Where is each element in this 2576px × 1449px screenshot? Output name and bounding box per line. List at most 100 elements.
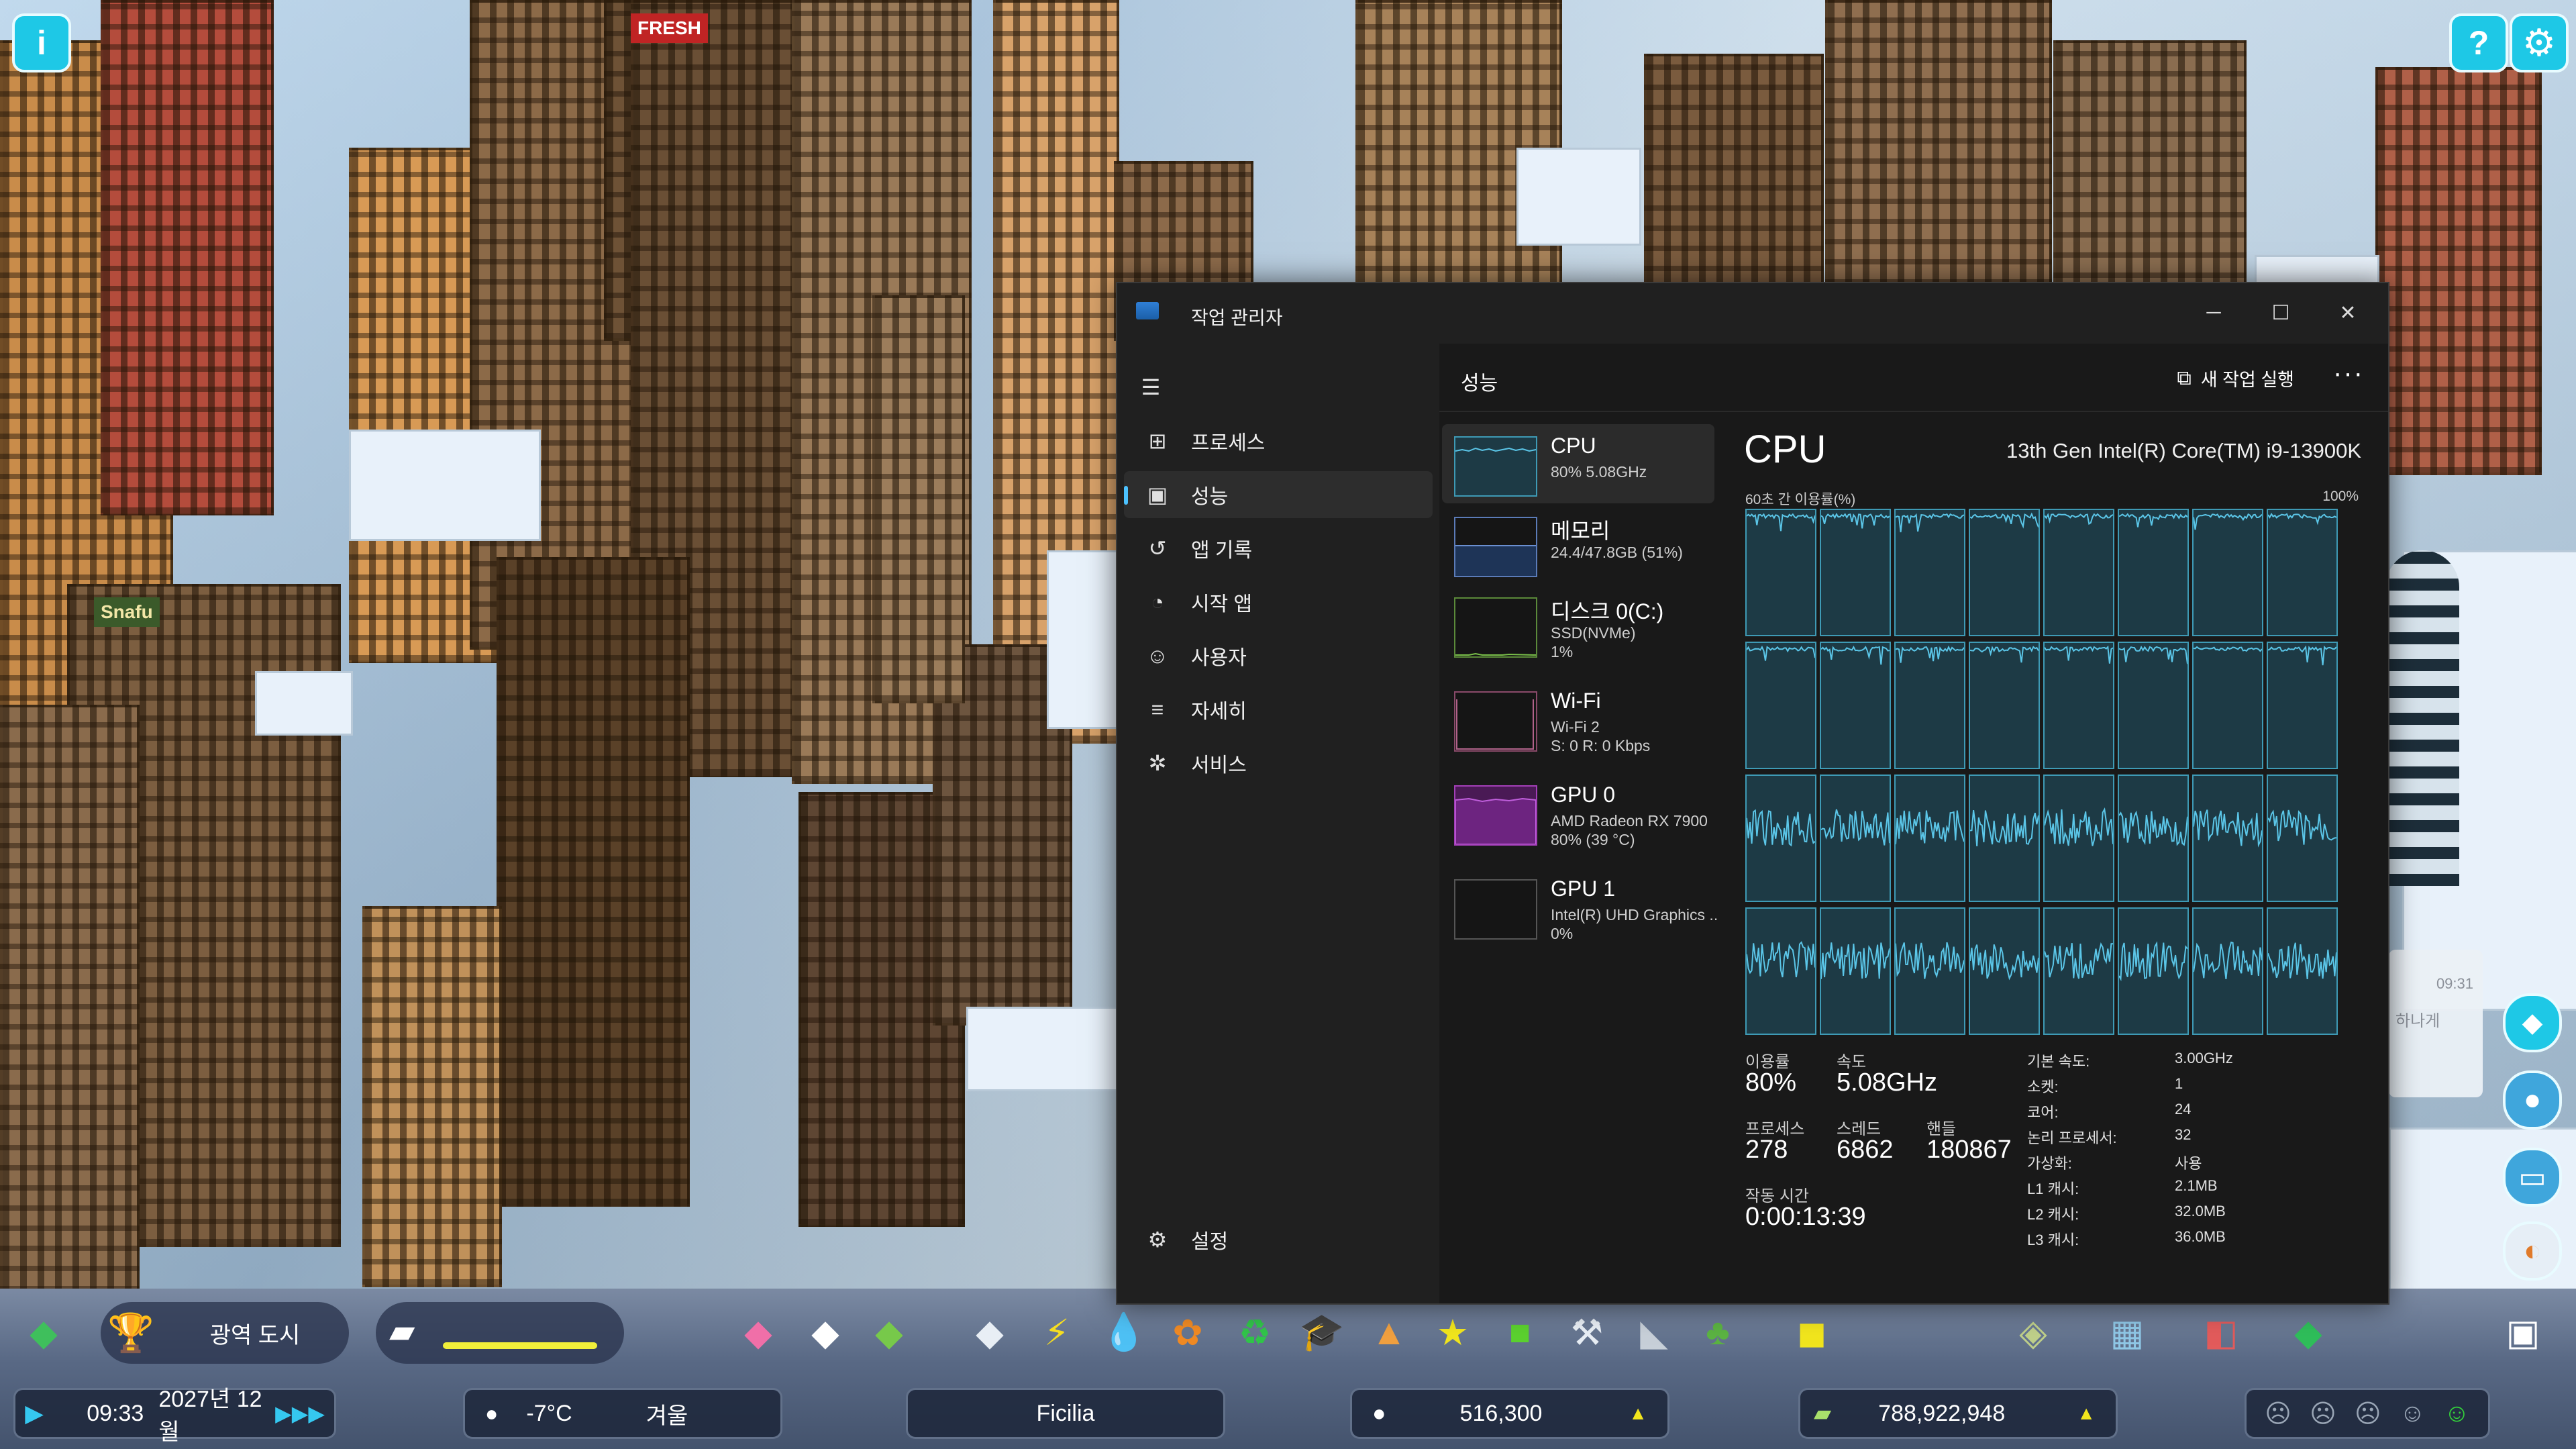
industry-icon[interactable]: ⚒	[1563, 1309, 1610, 1356]
terrain-tool-icon[interactable]: ◆	[20, 1309, 67, 1356]
device-sub: Intel(R) UHD Graphics ..	[1551, 906, 1718, 923]
device-cpu[interactable]: CPU 80% 5.08GHz	[1442, 424, 1714, 503]
xp-progress-panel[interactable]: ▰	[376, 1302, 624, 1364]
device-sub: AMD Radeon RX 7900	[1551, 812, 1708, 830]
game-time: 09:33	[87, 1400, 144, 1426]
districts-icon[interactable]: ◈	[2010, 1309, 2057, 1356]
bulldozer-icon[interactable]: ◼	[1788, 1309, 1835, 1356]
park-tool-icon[interactable]: ◆	[866, 1309, 913, 1356]
more-options-button[interactable]: ···	[2333, 358, 2364, 389]
building	[362, 906, 502, 1287]
settings-gear-icon[interactable]: ⚙	[2510, 13, 2569, 72]
core-graph-line	[2194, 809, 2262, 848]
core-graph-line	[2194, 513, 2262, 530]
play-icon[interactable]: ▶	[15, 1399, 53, 1428]
fresh-billboard: FRESH	[631, 13, 708, 43]
nav-settings[interactable]: ⚙ 설정	[1124, 1216, 1433, 1263]
core-graph-line	[2119, 513, 2187, 528]
nav-performance[interactable]: ▣ 성능	[1124, 471, 1433, 518]
education-icon[interactable]: 🎓	[1298, 1309, 1345, 1356]
spec-key: 소켓:	[2027, 1079, 2059, 1095]
notes-icon[interactable]: ▭	[2503, 1148, 2562, 1207]
electricity-icon[interactable]: ⚡	[1033, 1309, 1080, 1356]
snow-roof	[966, 1007, 1118, 1091]
core-graph	[1745, 509, 1816, 636]
building	[2375, 67, 2542, 475]
nav-users[interactable]: ☺ 사용자	[1124, 632, 1433, 679]
close-button[interactable]: ✕	[2321, 294, 2375, 332]
spec-key: 코어:	[2027, 1104, 2059, 1121]
landscaping-icon[interactable]: ♣	[1694, 1309, 1741, 1356]
water-icon[interactable]: 💧	[1100, 1309, 1147, 1356]
nav-details[interactable]: ≡ 자세히	[1124, 686, 1433, 733]
core-graph-line	[2194, 646, 2262, 652]
very-happy-icon: ☺	[2443, 1399, 2470, 1428]
demolish-icon[interactable]: ◆	[2285, 1309, 2332, 1356]
radio-icon[interactable]: ◐	[2503, 1221, 2562, 1281]
nav-startup-apps[interactable]: ◔ 시작 앱	[1124, 579, 1433, 626]
info-icon[interactable]: i	[12, 13, 71, 72]
nav-app-history[interactable]: ↺ 앱 기록	[1124, 525, 1433, 572]
core-graph-line	[1747, 941, 1815, 978]
very-unhappy-icon: ☹	[2265, 1399, 2291, 1428]
core-graph	[1894, 775, 1965, 902]
title-bar[interactable]: 작업 관리자 ─ ☐ ✕	[1117, 283, 2388, 344]
money-panel[interactable]: ▰ 788,922,948 ▲	[1798, 1388, 2118, 1439]
area-tool-icon[interactable]: ◆	[802, 1309, 849, 1356]
nav-label: 시작 앱	[1191, 593, 1253, 615]
speed-value: 5.08GHz	[1837, 1068, 1937, 1097]
fire-icon[interactable]: ▲	[1366, 1309, 1412, 1356]
milestone-panel[interactable]: 🏆 광역 도시	[101, 1302, 349, 1364]
garbage-icon[interactable]: ✿	[1164, 1309, 1211, 1356]
money: 788,922,948	[1878, 1400, 2006, 1426]
city-name-panel[interactable]: Ficilia	[906, 1388, 1225, 1439]
core-graph	[2043, 509, 2114, 636]
building	[1355, 0, 1562, 294]
spec-value: 2.1MB	[2175, 1177, 2218, 1194]
core-graph-line	[2268, 513, 2336, 526]
core-graph	[2043, 642, 2114, 769]
nav-services[interactable]: ✲ 서비스	[1124, 740, 1433, 787]
maximize-button[interactable]: ☐	[2254, 294, 2308, 332]
help-icon[interactable]: ?	[2449, 13, 2508, 72]
device-wifi[interactable]: Wi-Fi Wi-Fi 2 S: 0 R: 0 Kbps	[1442, 679, 1714, 758]
cpu-detail-panel: CPU 13th Gen Intel(R) Core(TM) i9-13900K…	[1735, 411, 2379, 1303]
core-graph-line	[2119, 646, 2187, 664]
population-panel[interactable]: ● 516,300 ▲	[1350, 1388, 1669, 1439]
core-graph	[2267, 775, 2338, 902]
run-new-task-button[interactable]: ⧉ 새 작업 실행	[2177, 365, 2294, 391]
chirper-bird-icon[interactable]: ◆	[2503, 993, 2562, 1052]
chirper-bubble[interactable]: 09:31 하나게	[2389, 950, 2483, 1097]
spec-key: L3 캐시:	[2027, 1232, 2079, 1248]
utilization-value: 80%	[1745, 1068, 1797, 1097]
map-tiles-icon[interactable]: ▦	[2104, 1309, 2151, 1356]
core-graph	[2043, 775, 2114, 902]
camera-icon[interactable]: ▣	[2500, 1309, 2546, 1356]
transport-icon[interactable]: ■	[1496, 1309, 1543, 1356]
device-gpu0[interactable]: GPU 0 AMD Radeon RX 7900 80% (39 °C)	[1442, 773, 1714, 852]
happiness-panel[interactable]: ☹ ☹ ☹ ☺ ☺	[2245, 1388, 2490, 1439]
core-graph	[1745, 907, 1816, 1035]
policies-icon[interactable]: ◧	[2198, 1309, 2245, 1356]
road-tool-icon[interactable]: ◆	[966, 1309, 1013, 1356]
citizen-icon[interactable]: ●	[2503, 1070, 2562, 1130]
device-sub2: S: 0 R: 0 Kbps	[1551, 737, 1651, 754]
device-disk[interactable]: 디스크 0(C:) SSD(NVMe) 1%	[1442, 585, 1714, 664]
device-memory[interactable]: 메모리 24.4/47.8GB (51%)	[1442, 505, 1714, 584]
minimize-button[interactable]: ─	[2187, 294, 2240, 332]
fast-forward-icon[interactable]: ▶▶▶	[275, 1401, 325, 1426]
recycle-icon[interactable]: ♻	[1231, 1309, 1278, 1356]
disk-thumbnail-graph	[1455, 652, 1536, 656]
zoning-tool-icon[interactable]: ◆	[735, 1309, 782, 1356]
device-gpu1[interactable]: GPU 1 Intel(R) UHD Graphics .. 0%	[1442, 867, 1718, 946]
task-manager-app-icon	[1136, 302, 1159, 319]
police-icon[interactable]: ★	[1429, 1309, 1476, 1356]
spec-value: 1	[2175, 1075, 2183, 1092]
core-graph	[2118, 509, 2189, 636]
core-graph-line	[1970, 944, 2039, 981]
hamburger-menu-button[interactable]: ☰	[1124, 364, 1178, 411]
temperature: -7°C	[526, 1400, 572, 1426]
task-manager-window[interactable]: 작업 관리자 ─ ☐ ✕ ☰ ⊞ 프로세스 ▣ 성능 ↺ 앱 기록 ◔ 시작 앱…	[1116, 282, 2389, 1305]
communication-icon[interactable]: ◣	[1631, 1309, 1678, 1356]
nav-processes[interactable]: ⊞ 프로세스	[1124, 417, 1433, 464]
